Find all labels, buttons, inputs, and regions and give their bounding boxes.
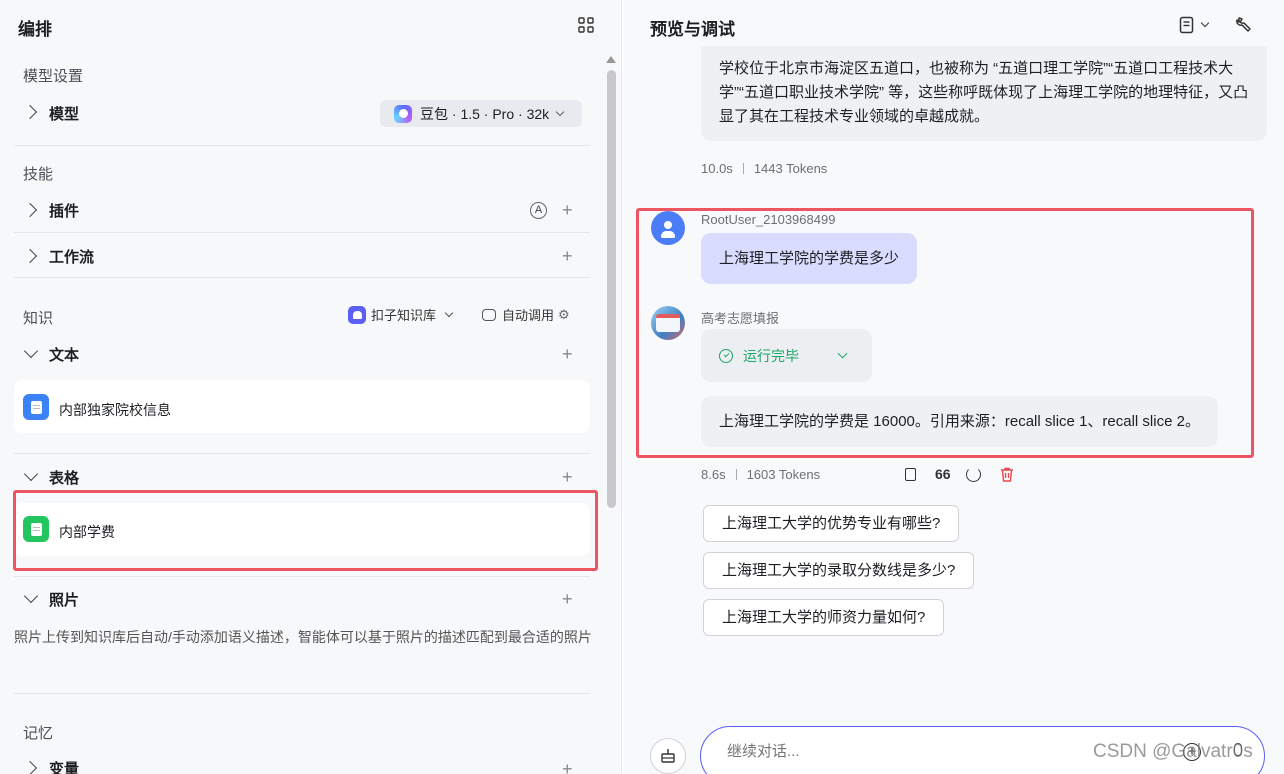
chevron-down-icon [555,107,565,116]
highlight-box [13,490,598,571]
clear-context-button[interactable] [650,738,686,774]
chevron-down-icon[interactable] [23,588,39,604]
divider [14,232,590,233]
divider [14,693,590,694]
broom-icon [661,749,675,763]
scrollbar-thumb[interactable] [607,70,616,508]
model-selector[interactable]: 豆包 · 1.5 · Pro · 32k [380,100,582,127]
photo-description: 照片上传到知识库后自动/手动添加语义描述，智能体可以基于照片的描述匹配到最合适的… [14,629,592,645]
previous-message-meta: 10.0s 1443 Tokens [701,161,827,176]
suggestion-button[interactable]: 上海理工大学的优势专业有哪些? [703,505,960,542]
text-label: 文本 [49,347,80,364]
document-icon [23,394,49,420]
watermark: CSDN @Galvatr0s [1093,741,1253,762]
response-time: 8.6s [701,467,726,482]
add-variable-button[interactable]: + [562,760,573,774]
auto-call-setting[interactable]: 自动调用 ⚙ [482,305,570,324]
separator [735,469,737,480]
chevron-right-icon[interactable] [22,202,38,218]
kb-source-label: 扣子知识库 [371,308,437,323]
divider [14,277,590,278]
regenerate-icon[interactable] [966,467,981,482]
plugins-label: 插件 [49,203,80,220]
scroll-up-arrow-icon[interactable] [606,56,616,63]
suggestion-button[interactable]: 上海理工大学的录取分数线是多少? [703,552,975,589]
knowledge-heading: 知识 [23,310,54,327]
token-count: 1603 Tokens [746,467,821,482]
layout-grid-icon[interactable] [578,17,594,33]
divider [14,453,590,454]
preview-panel: 预览与调试 学校位于北京市海淀区五道口，也被称为 “五道口理工学院”“五道口工程… [623,0,1284,774]
delete-icon[interactable] [1000,467,1014,487]
gear-icon[interactable]: ⚙ [558,307,570,323]
model-settings-heading: 模型设置 [23,68,84,85]
divider [14,145,590,146]
divider [14,576,590,577]
answer-meta: 8.6s 1603 Tokens [701,467,820,482]
robot-icon [482,308,496,321]
doubao-logo-icon [394,104,412,123]
add-table-button[interactable]: + [562,468,573,486]
photo-label: 照片 [49,592,80,609]
chevron-down-icon[interactable] [23,343,39,359]
add-photo-button[interactable]: + [562,590,573,608]
suggestion-button[interactable]: 上海理工大学的师资力量如何? [703,599,945,636]
separator [742,163,744,174]
add-plugin-button[interactable]: + [562,201,573,219]
preview-title: 预览与调试 [650,20,735,39]
wrench-icon[interactable] [1235,15,1253,38]
copy-icon[interactable] [905,468,916,481]
chevron-right-icon[interactable] [22,104,38,120]
token-count: 1443 Tokens [753,161,828,176]
highlight-box [636,208,1254,458]
chevron-down-icon [444,308,454,317]
model-value: 豆包 · 1.5 · Pro · 32k [420,105,550,122]
chevron-down-icon[interactable] [23,466,39,482]
chevron-right-icon[interactable] [22,760,38,774]
auto-call-label: 自动调用 [502,308,555,323]
variables-label: 变量 [49,761,80,774]
table-label: 表格 [49,470,80,487]
kb-source-dropdown[interactable]: 扣子知识库 [348,305,454,324]
auto-plugin-icon[interactable]: A [530,202,547,219]
previous-bot-message: 学校位于北京市海淀区五道口，也被称为 “五道口理工学院”“五道口工程技术大学”“… [701,46,1267,141]
chevron-right-icon[interactable] [22,248,38,264]
coze-kb-icon [348,305,366,324]
memory-heading: 记忆 [23,725,54,742]
chevron-down-icon [1200,18,1210,28]
skills-heading: 技能 [23,166,54,183]
panel-title: 编排 [18,20,52,39]
workflow-label: 工作流 [49,249,95,266]
text-item-name: 内部独家院校信息 [59,402,171,418]
response-time: 10.0s [701,161,733,176]
history-menu[interactable] [1179,16,1210,34]
document-list-icon [1179,16,1194,34]
list-item[interactable]: 内部独家院校信息 [14,380,590,433]
add-workflow-button[interactable]: + [562,247,573,265]
add-text-button[interactable]: + [562,345,573,363]
quote-icon[interactable]: 66 [935,466,951,482]
model-label: 模型 [49,106,80,123]
orchestration-panel: 编排 模型设置 模型 豆包 · 1.5 · Pro · 32k 技能 插件 A … [0,0,622,774]
